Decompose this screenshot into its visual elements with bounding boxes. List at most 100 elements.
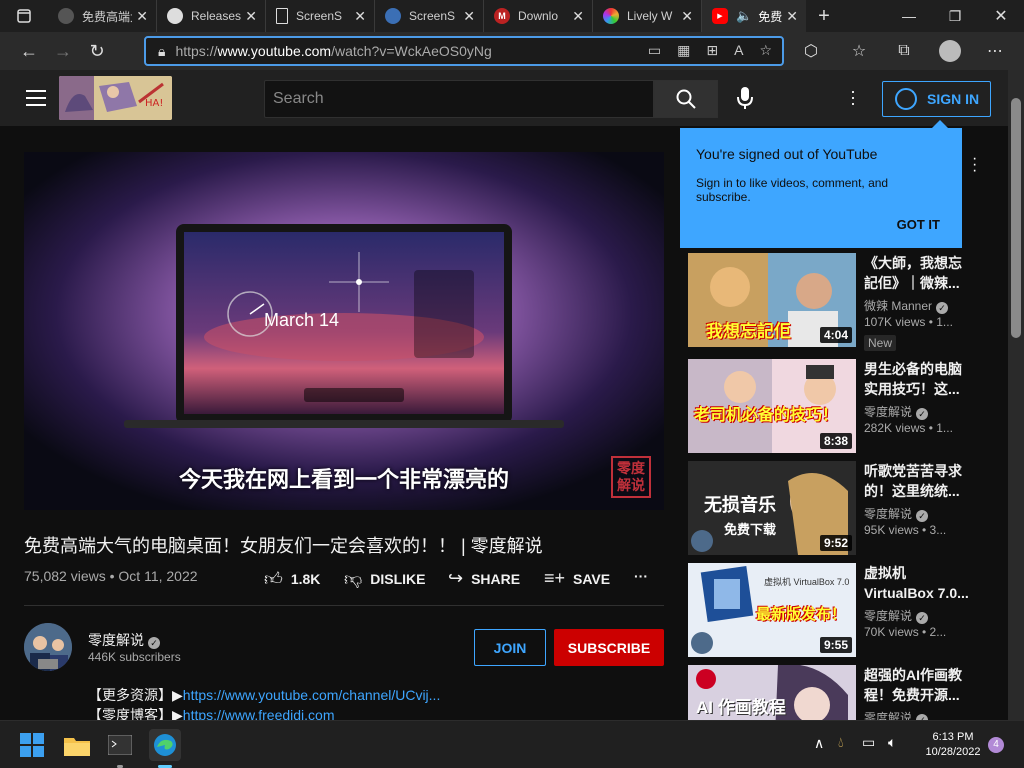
start-icon[interactable]	[16, 729, 48, 761]
doodle-logo[interactable]: HA!	[59, 76, 172, 120]
system-clock[interactable]: 6:13 PM 10/28/2022	[918, 730, 988, 760]
forward-icon[interactable]: →	[46, 36, 80, 66]
got-it-button[interactable]: GOT IT	[897, 217, 940, 232]
youtube-page: HA! Search · · · SIGN IN March 14 今天我在网上…	[0, 70, 1008, 720]
search-button[interactable]	[654, 80, 718, 118]
refresh-icon[interactable]: ↻	[80, 36, 114, 66]
page-scrollbar[interactable]	[1008, 70, 1024, 720]
related-title: 虚拟机 VirtualBox 7.0...	[864, 565, 969, 601]
browser-tab[interactable]: Lively W ✕	[593, 0, 702, 32]
collections-icon[interactable]: ⧉	[888, 36, 920, 66]
thumbnail-text: 老司机必备的技巧！	[694, 407, 839, 424]
description-link[interactable]: https://www.freedidi.com	[183, 707, 335, 720]
related-video[interactable]: 无损音乐 免费下载 9:52 听歌党苦苦寻求的！这里统统... 零度解说 ✓ 95…	[688, 461, 1008, 555]
add-favorite-icon[interactable]: ☆	[759, 42, 772, 59]
video-duration: 9:55	[819, 637, 852, 653]
read-aloud-icon[interactable]: A	[734, 42, 743, 59]
related-video[interactable]: AI 作画教程 超强的AI作画教程！免费开源... 零度解说 ✓	[688, 665, 1008, 720]
playlist-add-icon: ≡+	[544, 568, 566, 588]
browser-tab[interactable]: M Downlo ✕	[484, 0, 593, 32]
related-views: 282K views • 1...	[864, 421, 953, 435]
tab-favicon-icon: M	[494, 8, 510, 24]
video-meta: 75,082 views • Oct 11, 2022	[24, 568, 198, 584]
more-actions-icon[interactable]: ···	[634, 568, 648, 584]
like-button[interactable]: 👍︎ 1.8K	[264, 568, 320, 590]
search-icon	[676, 89, 696, 109]
save-button[interactable]: ≡+ SAVE	[544, 568, 610, 589]
chevron-up-icon[interactable]: ∧	[814, 735, 824, 752]
close-tab-icon[interactable]: ✕	[245, 8, 257, 25]
tray-app-icon[interactable]: 💧︎	[838, 734, 844, 751]
address-bar[interactable]: 🔒︎ https://www.youtube.com/watch?v=WckAe…	[144, 36, 784, 66]
video-thumbnail[interactable]: 虚拟机 VirtualBox 7.0 最新版发布！ 9:55	[688, 563, 856, 657]
channel-watermark: 零度解说	[617, 460, 645, 493]
favorites-icon[interactable]: ☆	[843, 36, 875, 66]
thumbnail-subtext: 免费下载	[724, 522, 777, 537]
close-tab-icon[interactable]: ✕	[572, 8, 584, 25]
browser-tab[interactable]: Releases ✕	[157, 0, 266, 32]
scrollbar-thumb[interactable]	[1011, 98, 1021, 338]
apps-icon[interactable]: ⊞	[706, 42, 718, 59]
close-tab-icon[interactable]: ✕	[681, 8, 693, 25]
browser-tab-active[interactable]: ▶ 🔈 免费 ✕	[702, 0, 806, 32]
lock-icon: 🔒︎	[158, 42, 166, 59]
related-video[interactable]: 我想忘記佢 4:04 《大師，我想忘記佢》｜微辣... 微辣 Manner ✓ 1…	[688, 253, 1008, 351]
related-video[interactable]: 老司机必备的技巧！ 8:38 男生必备的电脑实用技巧！这... 零度解说 ✓ 28…	[688, 359, 1008, 453]
network-icon[interactable]: ▭	[862, 734, 875, 751]
close-tab-icon[interactable]: ✕	[786, 8, 798, 25]
close-tab-icon[interactable]: ✕	[463, 8, 475, 25]
tab-favicon-icon	[603, 8, 619, 24]
edge-browser-icon[interactable]	[149, 729, 181, 761]
related-views: 70K views • 2...	[864, 625, 947, 639]
description-line: 【更多资源】▶https://www.youtube.com/channel/U…	[88, 687, 441, 703]
related-more-icon[interactable]: · · ·	[972, 151, 977, 179]
close-window-icon[interactable]: ✕	[978, 0, 1024, 32]
video-thumbnail[interactable]: 老司机必备的技巧！ 8:38	[688, 359, 856, 453]
share-button[interactable]: ↪ SHARE	[448, 568, 520, 589]
back-icon[interactable]: ←	[12, 36, 46, 66]
video-player[interactable]: March 14 今天我在网上看到一个非常漂亮的 零度解说	[24, 152, 664, 510]
profile-icon[interactable]	[934, 36, 966, 66]
volume-icon[interactable]: 🔈︎	[888, 734, 896, 751]
new-tab-button[interactable]: +	[806, 5, 842, 28]
browser-tab[interactable]: ScreenS ✕	[375, 0, 484, 32]
related-channel: 零度解说 ✓	[864, 709, 929, 720]
browser-tab[interactable]: ScreenS ✕	[266, 0, 375, 32]
dislike-button[interactable]: 👎︎ DISLIKE	[344, 568, 426, 590]
windows-taskbar: ∧ 💧︎ ▭ 🔈︎ 6:13 PM 10/28/2022 4	[0, 720, 1024, 768]
terminal-icon[interactable]	[104, 729, 136, 761]
settings-more-icon[interactable]: ⋯	[979, 36, 1011, 66]
menu-icon[interactable]	[26, 90, 46, 111]
qr-code-icon[interactable]: ▦	[677, 42, 690, 59]
browser-tab[interactable]: 免费高端大✕	[48, 0, 157, 32]
channel-name[interactable]: 零度解说 ✓	[88, 630, 160, 650]
video-duration: 4:04	[819, 327, 852, 343]
signed-out-popup: You're signed out of YouTube Sign in to …	[680, 120, 962, 248]
related-video[interactable]: 虚拟机 VirtualBox 7.0 最新版发布！ 9:55 虚拟机 Virtu…	[688, 563, 1008, 657]
minimize-icon[interactable]: —	[886, 0, 932, 32]
join-button[interactable]: JOIN	[474, 629, 546, 666]
related-channel: 微辣 Manner ✓	[864, 297, 949, 314]
close-tab-icon[interactable]: ✕	[354, 8, 366, 25]
thumbnail-subtext: 虚拟机 VirtualBox 7.0	[764, 577, 850, 587]
speaker-icon[interactable]: 🔈	[736, 8, 752, 24]
search-input[interactable]: Search	[264, 80, 654, 118]
verified-icon: ✓	[916, 408, 929, 420]
channel-avatar[interactable]	[24, 623, 72, 671]
file-explorer-icon[interactable]	[61, 729, 93, 761]
subscribe-button[interactable]: SUBSCRIBE	[554, 629, 664, 666]
video-thumbnail[interactable]: AI 作画教程	[688, 665, 856, 720]
video-thumbnail[interactable]: 我想忘記佢 4:04	[688, 253, 856, 347]
description-link[interactable]: https://www.youtube.com/channel/UCvij...	[183, 687, 441, 703]
tab-actions-icon[interactable]	[0, 0, 48, 32]
popup-body: Sign in to like videos, comment, and sub…	[696, 176, 889, 204]
close-tab-icon[interactable]: ✕	[136, 8, 148, 25]
microphone-icon[interactable]	[735, 86, 755, 115]
restore-icon[interactable]: ❐	[932, 0, 978, 32]
sign-in-button[interactable]: SIGN IN	[882, 81, 991, 117]
video-thumbnail[interactable]: 无损音乐 免费下载 9:52	[688, 461, 856, 555]
app-available-icon[interactable]: ▭	[648, 42, 661, 59]
extensions-icon[interactable]: ⬡	[795, 36, 827, 66]
notification-badge[interactable]: 4	[988, 737, 1004, 753]
more-options-icon[interactable]: · · ·	[850, 82, 856, 112]
